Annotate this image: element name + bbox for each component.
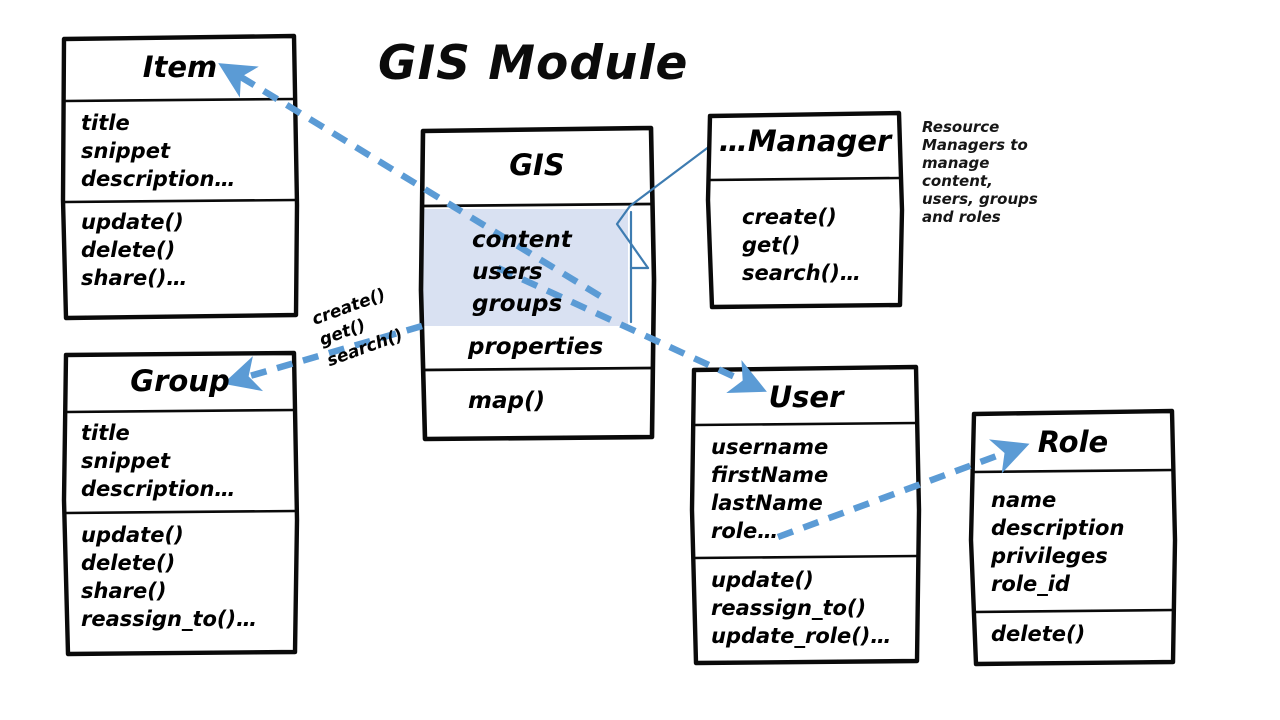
gis-divider-2 (421, 366, 655, 372)
role-attributes: name description privileges role_id (991, 488, 1125, 596)
group-methods: update() delete() share() reassign_to()… (81, 523, 258, 631)
gis-highlighted-attributes: content users groups (472, 227, 572, 317)
item-class-name: Item (142, 50, 218, 84)
group-class-name: Group (130, 364, 230, 398)
manager-methods: create() get() search()… (742, 205, 861, 285)
gis-methods: map() (468, 388, 545, 414)
gis-group-edge-label: create() get() search() (309, 284, 406, 372)
group-divider-2 (64, 509, 298, 515)
role-class-name: Role (1037, 425, 1109, 459)
item-methods: update() delete() share()… (81, 210, 188, 290)
item-attributes: title snippet description… (81, 111, 236, 191)
user-attributes: username firstName lastName role… (711, 435, 829, 543)
user-divider-2 (692, 554, 920, 560)
role-divider-1 (972, 468, 1175, 474)
item-divider-1 (63, 97, 297, 103)
role-divider-2 (972, 608, 1176, 614)
user-class-name: User (768, 380, 844, 414)
user-divider-1 (692, 421, 919, 427)
gis-divider-1 (421, 202, 654, 208)
gis-attributes: properties (468, 334, 604, 360)
role-methods: delete() (991, 622, 1086, 646)
group-attributes: title snippet description… (81, 421, 236, 501)
gis-attribute-bracket (629, 210, 650, 324)
diagram-canvas: GIS Module Item title snippet descriptio… (0, 0, 1280, 720)
item-divider-2 (63, 198, 298, 204)
gis-class-name: GIS (509, 148, 565, 182)
resource-managers-note: Resource Managers to manage content, use… (922, 118, 1038, 226)
user-methods: update() reassign_to() update_role()… (711, 568, 892, 648)
page-title: GIS Module (378, 36, 689, 91)
manager-class-name: …Manager (718, 124, 892, 158)
manager-divider-1 (708, 176, 902, 182)
group-divider-1 (64, 408, 297, 414)
